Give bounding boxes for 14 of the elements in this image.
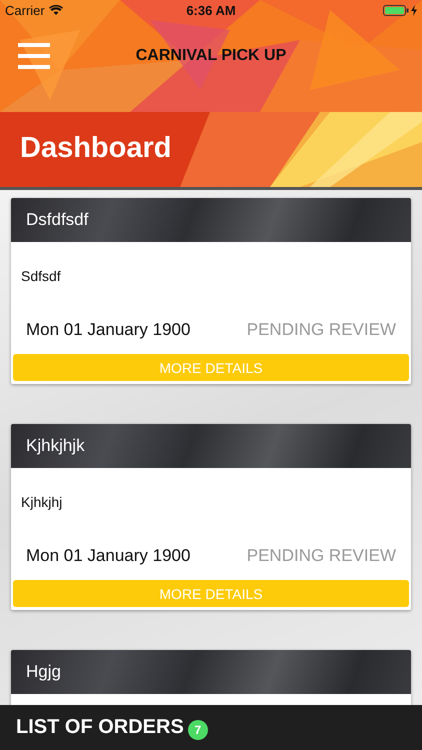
order-description: Kjhkjhj (20, 493, 64, 510)
order-date: Mon 01 January 1900 (26, 320, 190, 340)
order-title: Hgjg (11, 650, 411, 694)
order-status: PENDING REVIEW (246, 546, 396, 566)
order-count-badge: 7 (188, 720, 208, 740)
more-details-button[interactable]: MORE DETAILS (13, 354, 409, 381)
order-title: Dsfdfsdf (11, 198, 411, 242)
order-description: Sdfsdf (20, 267, 62, 284)
order-title: Kjhkjhjk (11, 424, 411, 468)
page-title: Dashboard (20, 131, 172, 166)
order-date: Mon 01 January 1900 (26, 546, 190, 566)
more-details-button[interactable]: MORE DETAILS (13, 580, 409, 607)
order-status: PENDING REVIEW (246, 320, 396, 340)
list-of-orders-label[interactable]: LIST OF ORDERS (16, 716, 184, 739)
